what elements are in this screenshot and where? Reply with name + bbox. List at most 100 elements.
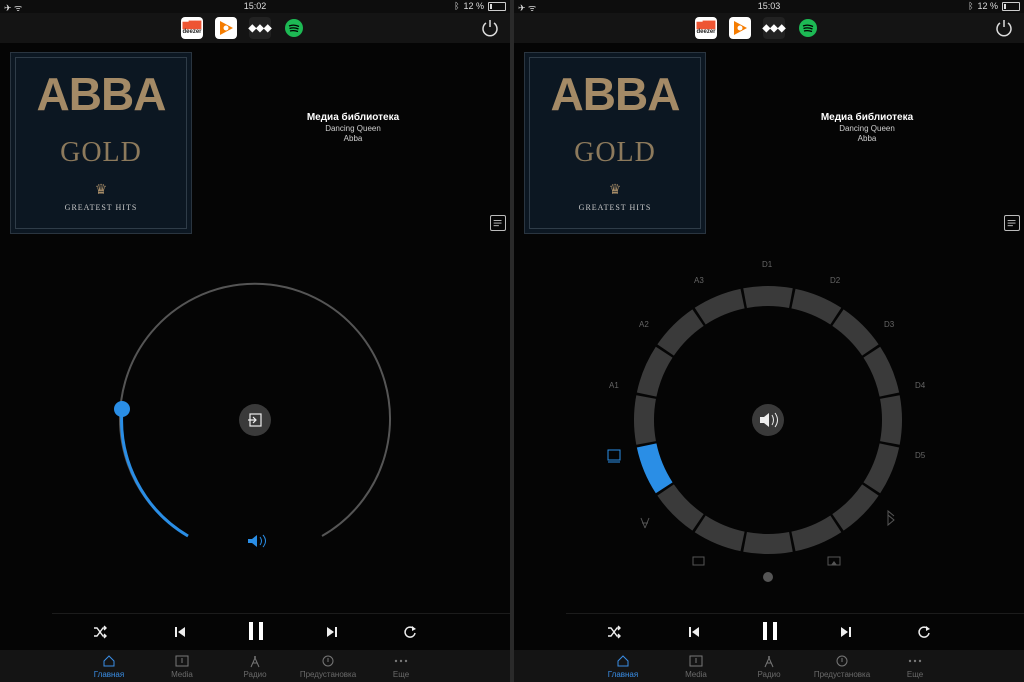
zone-a3-label[interactable]: A3 bbox=[694, 276, 704, 285]
battery-icon bbox=[488, 1, 506, 11]
tab-label: Главная bbox=[93, 670, 125, 679]
volume-knob[interactable] bbox=[114, 401, 130, 417]
zone-d5-label[interactable]: D5 bbox=[915, 451, 926, 460]
tab-more[interactable]: Еще bbox=[366, 650, 436, 682]
home-icon bbox=[103, 655, 115, 667]
spotify-icon[interactable] bbox=[283, 17, 305, 39]
pause-icon[interactable] bbox=[245, 620, 267, 642]
album-band: ABBA bbox=[36, 68, 167, 120]
source-ring[interactable]: A3 D1 D2 A2 D3 A1 D4 D5 bbox=[514, 240, 1024, 610]
services-bar: ▆▇▇ deezer ◆◆◆ bbox=[514, 13, 1024, 43]
ring-segment[interactable] bbox=[832, 484, 879, 531]
zone-d2-label[interactable]: D2 bbox=[830, 276, 841, 285]
google-play-music-icon[interactable] bbox=[729, 17, 751, 39]
bluetooth-source-icon[interactable] bbox=[887, 509, 895, 527]
crown-icon: ♛ bbox=[94, 181, 108, 197]
playback-controls bbox=[52, 613, 510, 650]
more-icon bbox=[908, 659, 922, 663]
tab-radio[interactable]: Радио bbox=[220, 650, 290, 682]
tab-home[interactable]: Главная bbox=[588, 650, 658, 682]
zone-d3-label[interactable]: D3 bbox=[884, 320, 895, 329]
ring-segment[interactable] bbox=[634, 395, 656, 445]
speaker-icon bbox=[248, 534, 266, 548]
battery-percent: 12 % bbox=[977, 1, 998, 11]
deezer-label: deezer bbox=[696, 29, 716, 35]
ring-segment[interactable] bbox=[743, 532, 793, 554]
tab-label: Главная bbox=[607, 670, 639, 679]
spotify-icon[interactable] bbox=[797, 17, 819, 39]
volume-dial[interactable] bbox=[0, 240, 510, 610]
tab-media[interactable]: Media bbox=[147, 650, 217, 682]
tab-label: Еще bbox=[392, 670, 410, 679]
tab-home[interactable]: Главная bbox=[74, 650, 144, 682]
playback-controls bbox=[566, 613, 1024, 650]
previous-icon[interactable] bbox=[686, 624, 702, 640]
cast-source-icon[interactable] bbox=[692, 556, 705, 566]
tab-bar: Главная Media Радио Предустановка Еще bbox=[0, 650, 510, 682]
deezer-label: deezer bbox=[182, 29, 202, 35]
shuffle-icon[interactable] bbox=[92, 624, 108, 640]
tab-bar: Главная Media Радио Предустановка Еще bbox=[514, 650, 1024, 682]
previous-icon[interactable] bbox=[172, 624, 188, 640]
album-subtitle: GREATEST HITS bbox=[64, 203, 138, 212]
status-bar: ✈ ᯤ 15:03 ᛒ 12 % bbox=[514, 0, 1024, 13]
tab-label: Media bbox=[685, 670, 707, 679]
next-icon[interactable] bbox=[324, 624, 340, 640]
radio-source-icon[interactable] bbox=[640, 517, 650, 529]
tidal-icon[interactable]: ◆◆◆ bbox=[762, 17, 786, 39]
power-icon[interactable] bbox=[994, 18, 1014, 38]
tab-label: Радио bbox=[757, 670, 781, 679]
ring-segment[interactable] bbox=[832, 309, 879, 356]
status-bar: ✈ ᯤ 15:02 ᛒ 12 % bbox=[0, 0, 510, 13]
google-play-music-icon[interactable] bbox=[215, 17, 237, 39]
repeat-icon[interactable] bbox=[916, 624, 932, 640]
media-source-icon[interactable] bbox=[607, 449, 621, 463]
tab-presets[interactable]: Предустановка bbox=[293, 650, 363, 682]
zone-d1-label[interactable]: D1 bbox=[762, 260, 773, 269]
zone-a2-label[interactable]: A2 bbox=[639, 320, 649, 329]
lyrics-icon[interactable] bbox=[490, 215, 506, 231]
track-song: Dancing Queen bbox=[839, 124, 895, 133]
deezer-icon[interactable]: ▆▇▇ deezer bbox=[695, 17, 717, 39]
ring-segment[interactable] bbox=[880, 395, 902, 445]
zone-a1-label[interactable]: A1 bbox=[609, 381, 619, 390]
ring-segment[interactable] bbox=[636, 346, 673, 397]
ring-segment-active[interactable] bbox=[636, 443, 673, 494]
status-time: 15:02 bbox=[243, 1, 267, 11]
ring-segment[interactable] bbox=[791, 288, 842, 325]
battery-percent: 12 % bbox=[463, 1, 484, 11]
tab-label: Радио bbox=[243, 670, 267, 679]
repeat-icon[interactable] bbox=[402, 624, 418, 640]
battery-icon bbox=[1002, 1, 1020, 11]
power-icon[interactable] bbox=[480, 18, 500, 38]
album-art: ABBA GOLD ♛ GREATEST HITS bbox=[524, 52, 706, 234]
tab-more[interactable]: Еще bbox=[880, 650, 950, 682]
track-info: Медиа библиотека Dancing Queen Abba bbox=[710, 112, 1024, 143]
bluetooth-icon: ᛒ bbox=[454, 1, 460, 11]
crown-icon: ♛ bbox=[608, 181, 622, 197]
track-info: Медиа библиотека Dancing Queen Abba bbox=[196, 112, 510, 143]
ring-segment[interactable] bbox=[694, 515, 745, 552]
lyrics-icon[interactable] bbox=[1004, 215, 1020, 231]
ring-segment[interactable] bbox=[791, 515, 842, 552]
pause-icon[interactable] bbox=[759, 620, 781, 642]
ring-segment[interactable] bbox=[694, 288, 745, 325]
airplay-source-icon[interactable] bbox=[827, 556, 841, 566]
tab-media[interactable]: Media bbox=[661, 650, 731, 682]
deezer-icon[interactable]: ▆▇▇ deezer bbox=[181, 17, 203, 39]
services-bar: ▆▇▇ deezer ◆◆◆ bbox=[0, 13, 510, 43]
ring-segment[interactable] bbox=[863, 443, 900, 494]
spotify-source-icon[interactable] bbox=[763, 572, 773, 582]
ring-segment[interactable] bbox=[657, 484, 704, 531]
album-title: GOLD bbox=[60, 137, 142, 168]
ring-segment[interactable] bbox=[863, 346, 900, 397]
tab-presets[interactable]: Предустановка bbox=[807, 650, 877, 682]
ring-segment[interactable] bbox=[657, 309, 704, 356]
next-icon[interactable] bbox=[838, 624, 854, 640]
tidal-icon[interactable]: ◆◆◆ bbox=[248, 17, 272, 39]
tab-radio[interactable]: Радио bbox=[734, 650, 804, 682]
media-icon bbox=[175, 655, 189, 667]
zone-d4-label[interactable]: D4 bbox=[915, 381, 926, 390]
shuffle-icon[interactable] bbox=[606, 624, 622, 640]
ring-segment[interactable] bbox=[743, 286, 793, 308]
